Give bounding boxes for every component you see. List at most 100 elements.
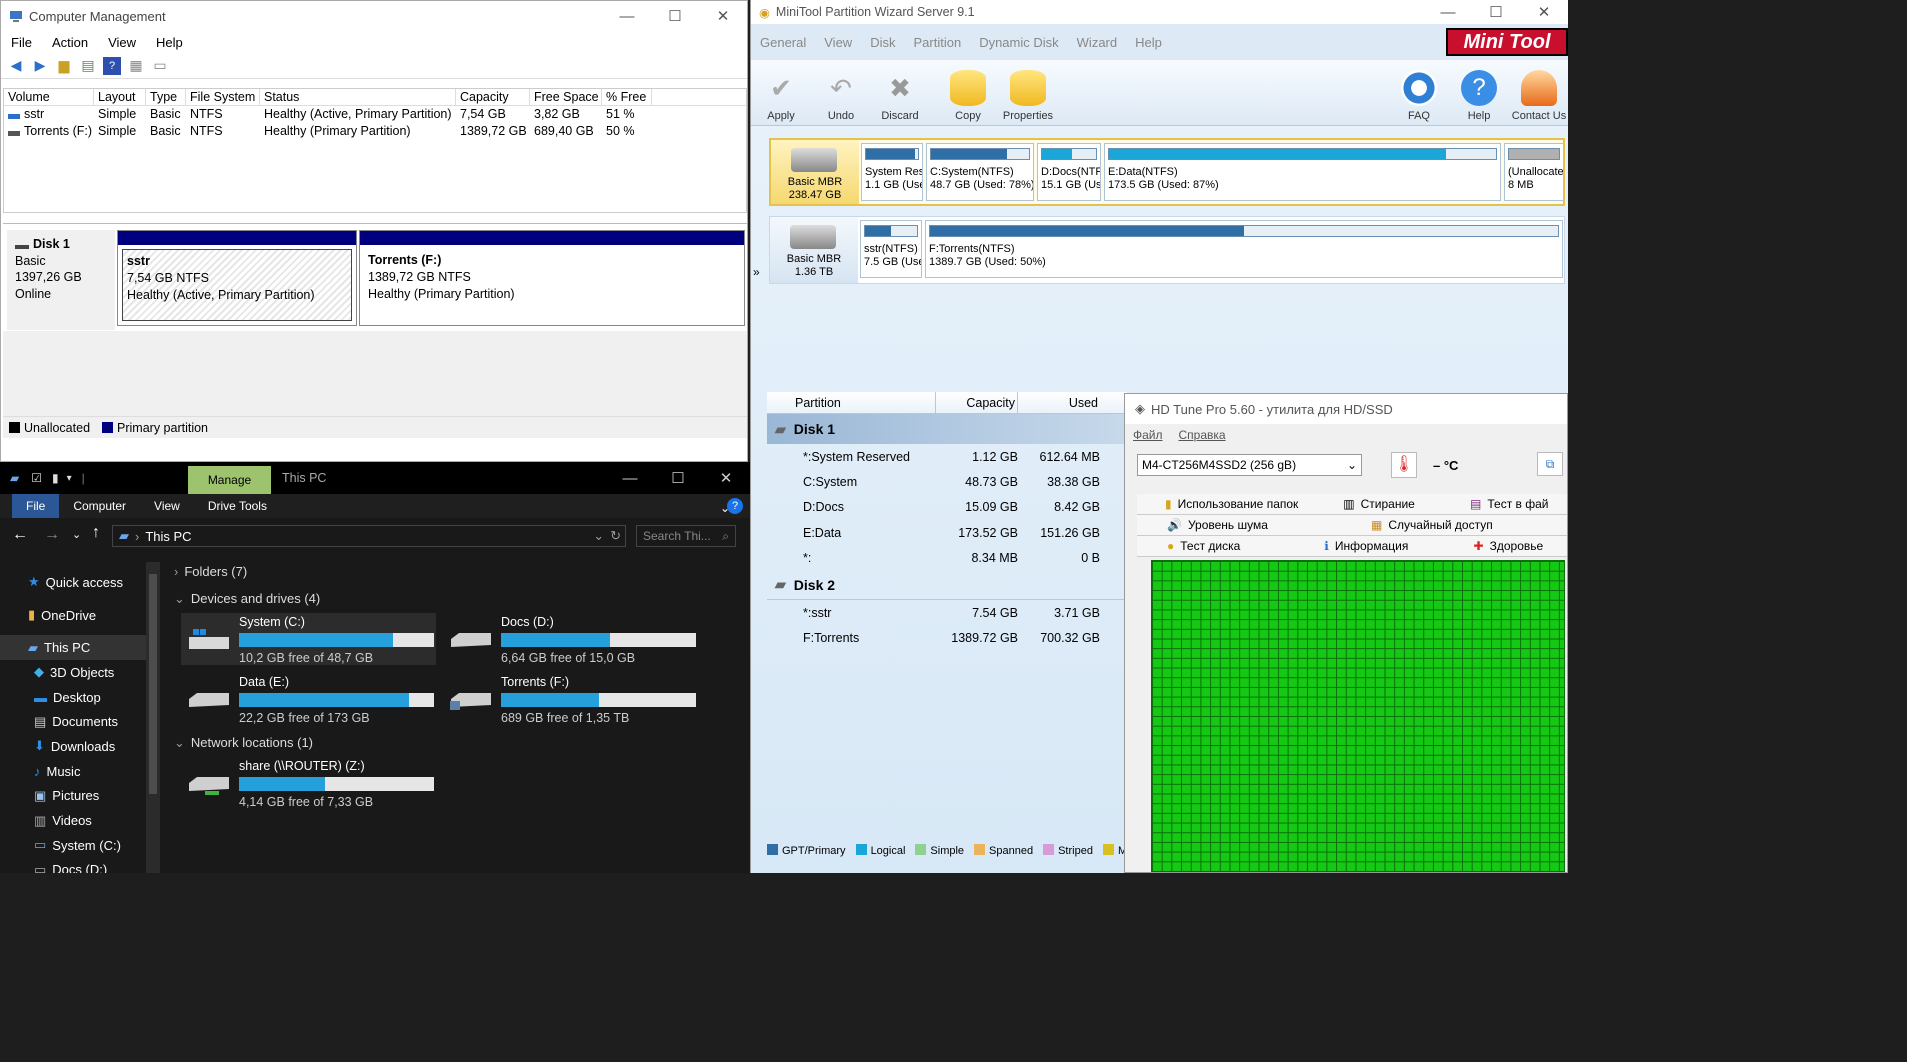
nav-3d-objects[interactable]: ◆ 3D Objects <box>0 660 146 685</box>
menu-file[interactable]: Файл <box>1125 428 1171 442</box>
tab-file-test[interactable]: ▤ Тест в фай <box>1460 497 1567 511</box>
folders-group[interactable]: › Folders (7) <box>174 564 247 579</box>
tab-erase[interactable]: ▥ Стирание <box>1331 497 1460 511</box>
col-volume[interactable]: Volume <box>4 89 94 105</box>
tab-noise-level[interactable]: 🔊 Уровень шума <box>1137 518 1333 532</box>
tab-computer[interactable]: Computer <box>59 494 140 518</box>
help-icon[interactable]: ? <box>727 498 743 514</box>
properties-quick-icon[interactable]: ☑ <box>31 471 42 485</box>
customize-quick-access-icon[interactable]: ▾ <box>67 473 72 484</box>
apply-button[interactable]: ✔ Apply <box>751 64 811 122</box>
new-folder-quick-icon[interactable]: ▮ <box>52 471 59 485</box>
menu-help[interactable]: Help <box>146 35 193 50</box>
mt-menu-partition[interactable]: Partition <box>904 35 970 50</box>
col-capacity[interactable]: Capacity <box>456 89 530 105</box>
tab-file[interactable]: File <box>12 494 60 518</box>
col-partition[interactable]: Partition <box>795 392 936 413</box>
properties-icon[interactable]: ▦ <box>127 57 145 75</box>
col-status[interactable]: Status <box>260 89 456 105</box>
partition-torrents[interactable]: Torrents (F:) 1389,72 GB NTFS Healthy (P… <box>359 230 745 326</box>
show-hide-tree-icon[interactable]: ▤ <box>79 57 97 75</box>
drive-tile-z[interactable]: share (\\ROUTER) (Z:) 4,14 GB free of 7,… <box>181 757 436 809</box>
recent-locations-icon[interactable]: ⌄ <box>72 528 81 541</box>
forward-icon[interactable]: ▶ <box>31 57 49 75</box>
table-row[interactable]: Torrents (F:) Simple Basic NTFS Healthy … <box>4 123 746 140</box>
drive-tile-f[interactable]: Torrents (F:) 689 GB free of 1,35 TB <box>443 673 698 725</box>
explorer-minimize-button[interactable]: — <box>606 462 654 494</box>
devices-group[interactable]: ⌄ Devices and drives (4) <box>174 591 320 607</box>
up-arrow-icon[interactable]: ↑ <box>92 524 100 542</box>
map-partition[interactable]: E:Data(NTFS) 173.5 GB (Used: 87%) <box>1104 143 1501 201</box>
tab-info[interactable]: ℹ Информация <box>1290 539 1449 553</box>
col-layout[interactable]: Layout <box>94 89 146 105</box>
mt-maximize-button[interactable]: ☐ <box>1472 0 1520 24</box>
nav-scrollbar[interactable] <box>146 562 160 873</box>
nav-system-c[interactable]: ▭ System (C:) <box>0 833 146 858</box>
explorer-close-button[interactable]: ✕ <box>702 462 750 494</box>
nav-this-pc[interactable]: ▰ This PC <box>0 635 146 661</box>
forward-arrow-icon[interactable]: → <box>44 526 60 544</box>
drive-tile-e[interactable]: Data (E:) 22,2 GB free of 173 GB <box>181 673 436 725</box>
col-capacity[interactable]: Capacity <box>936 392 1018 413</box>
partition-row[interactable]: D:Docs 15.09 GB 8.42 GB <box>767 495 1127 520</box>
discard-button[interactable]: ✖ Discard <box>870 64 930 122</box>
refresh-icon[interactable]: ↻ <box>610 528 621 544</box>
disk-label[interactable]: Disk 1 Basic 1397,26 GB Online <box>7 230 115 330</box>
mt-menu-view[interactable]: View <box>815 35 861 50</box>
drive-select[interactable]: M4-CT256M4SSD2 (256 gB) ⌄ <box>1137 454 1362 476</box>
disk-row-2[interactable]: ▰ Disk 2 <box>767 570 1127 601</box>
mt-minimize-button[interactable]: — <box>1424 0 1472 24</box>
faq-button[interactable]: FAQ <box>1389 64 1449 122</box>
contact-us-button[interactable]: Contact Us <box>1509 64 1568 122</box>
map-partition[interactable]: sstr(NTFS) 7.5 GB (Use <box>860 220 922 278</box>
map-partition[interactable]: F:Torrents(NTFS) 1389.7 GB (Used: 50%) <box>925 220 1563 278</box>
col-percent-free[interactable]: % Free <box>602 89 652 105</box>
mt-menu-general[interactable]: General <box>751 35 815 50</box>
maximize-button[interactable]: ☐ <box>651 1 699 31</box>
disk-map-2[interactable]: Basic MBR 1.36 TB sstr(NTFS) 7.5 GB (Use F… <box>769 216 1565 284</box>
menu-action[interactable]: Action <box>42 35 98 50</box>
drive-tile-c[interactable]: System (C:) 10,2 GB free of 48,7 GB <box>181 613 436 665</box>
tab-random-access[interactable]: ▦ Случайный доступ <box>1333 518 1533 532</box>
map-partition[interactable]: D:Docs(NTF 15.1 GB (Us <box>1037 143 1101 201</box>
map-partition[interactable]: (Unallocatec 8 MB <box>1504 143 1564 201</box>
scroll-thumb[interactable] <box>149 574 157 794</box>
explorer-maximize-button[interactable]: ☐ <box>654 462 702 494</box>
mt-menu-disk[interactable]: Disk <box>861 35 904 50</box>
col-type[interactable]: Type <box>146 89 186 105</box>
disk-map-1[interactable]: Basic MBR238.47 GB System Rese1.1 GB (Us… <box>769 138 1565 206</box>
menu-file[interactable]: File <box>1 35 42 50</box>
nav-docs-d[interactable]: ▭ Docs (D:) <box>0 858 146 873</box>
network-group[interactable]: ⌄ Network locations (1) <box>174 735 313 751</box>
address-bar[interactable]: ▰ › This PC ⌄ ↻ <box>112 525 626 547</box>
up-folder-icon[interactable]: ▆ <box>55 57 73 75</box>
disk-1-header[interactable]: Basic MBR 238.47 GB <box>771 140 859 204</box>
col-file-system[interactable]: File System <box>186 89 260 105</box>
nav-videos[interactable]: ▥ Videos <box>0 808 146 833</box>
copy-button[interactable]: Copy <box>938 64 998 122</box>
tab-disk-test[interactable]: ● Тест диска <box>1137 539 1290 553</box>
mt-menu-help[interactable]: Help <box>1126 35 1171 50</box>
partition-row[interactable]: F:Torrents 1389.72 GB 700.32 GB <box>767 626 1127 651</box>
minimize-button[interactable]: — <box>603 1 651 31</box>
tab-drive-tools[interactable]: Drive Tools <box>194 494 281 518</box>
copy-info-icon[interactable]: ⧉ <box>1537 452 1563 476</box>
tab-folder-usage[interactable]: ▮ Использование папок <box>1137 497 1331 511</box>
partition-sstr[interactable]: sstr 7,54 GB NTFS Healthy (Active, Prima… <box>117 230 357 326</box>
help-icon[interactable]: ? <box>103 56 121 75</box>
disk-row-1[interactable]: ▰ Disk 1 <box>767 414 1127 444</box>
expand-panel-icon[interactable]: » <box>753 265 760 279</box>
tab-view[interactable]: View <box>140 494 194 518</box>
undo-button[interactable]: ↶ Undo <box>811 64 871 122</box>
mt-menu-dynamic-disk[interactable]: Dynamic Disk <box>970 35 1067 50</box>
col-used[interactable]: Used <box>1018 392 1100 413</box>
help-button[interactable]: ? Help <box>1449 64 1509 122</box>
nav-downloads[interactable]: ⬇ Downloads <box>0 734 146 759</box>
drive-tile-d[interactable]: Docs (D:) 6,64 GB free of 15,0 GB <box>443 613 698 665</box>
nav-onedrive[interactable]: ▮ OneDrive <box>0 603 146 628</box>
col-free-space[interactable]: Free Space <box>530 89 602 105</box>
partition-row[interactable]: *:System Reserved 1.12 GB 612.64 MB <box>767 444 1127 469</box>
menu-view[interactable]: View <box>98 35 146 50</box>
map-partition[interactable]: C:System(NTFS) 48.7 GB (Used: 78%) <box>926 143 1034 201</box>
partition-row[interactable]: C:System 48.73 GB 38.38 GB <box>767 469 1127 494</box>
